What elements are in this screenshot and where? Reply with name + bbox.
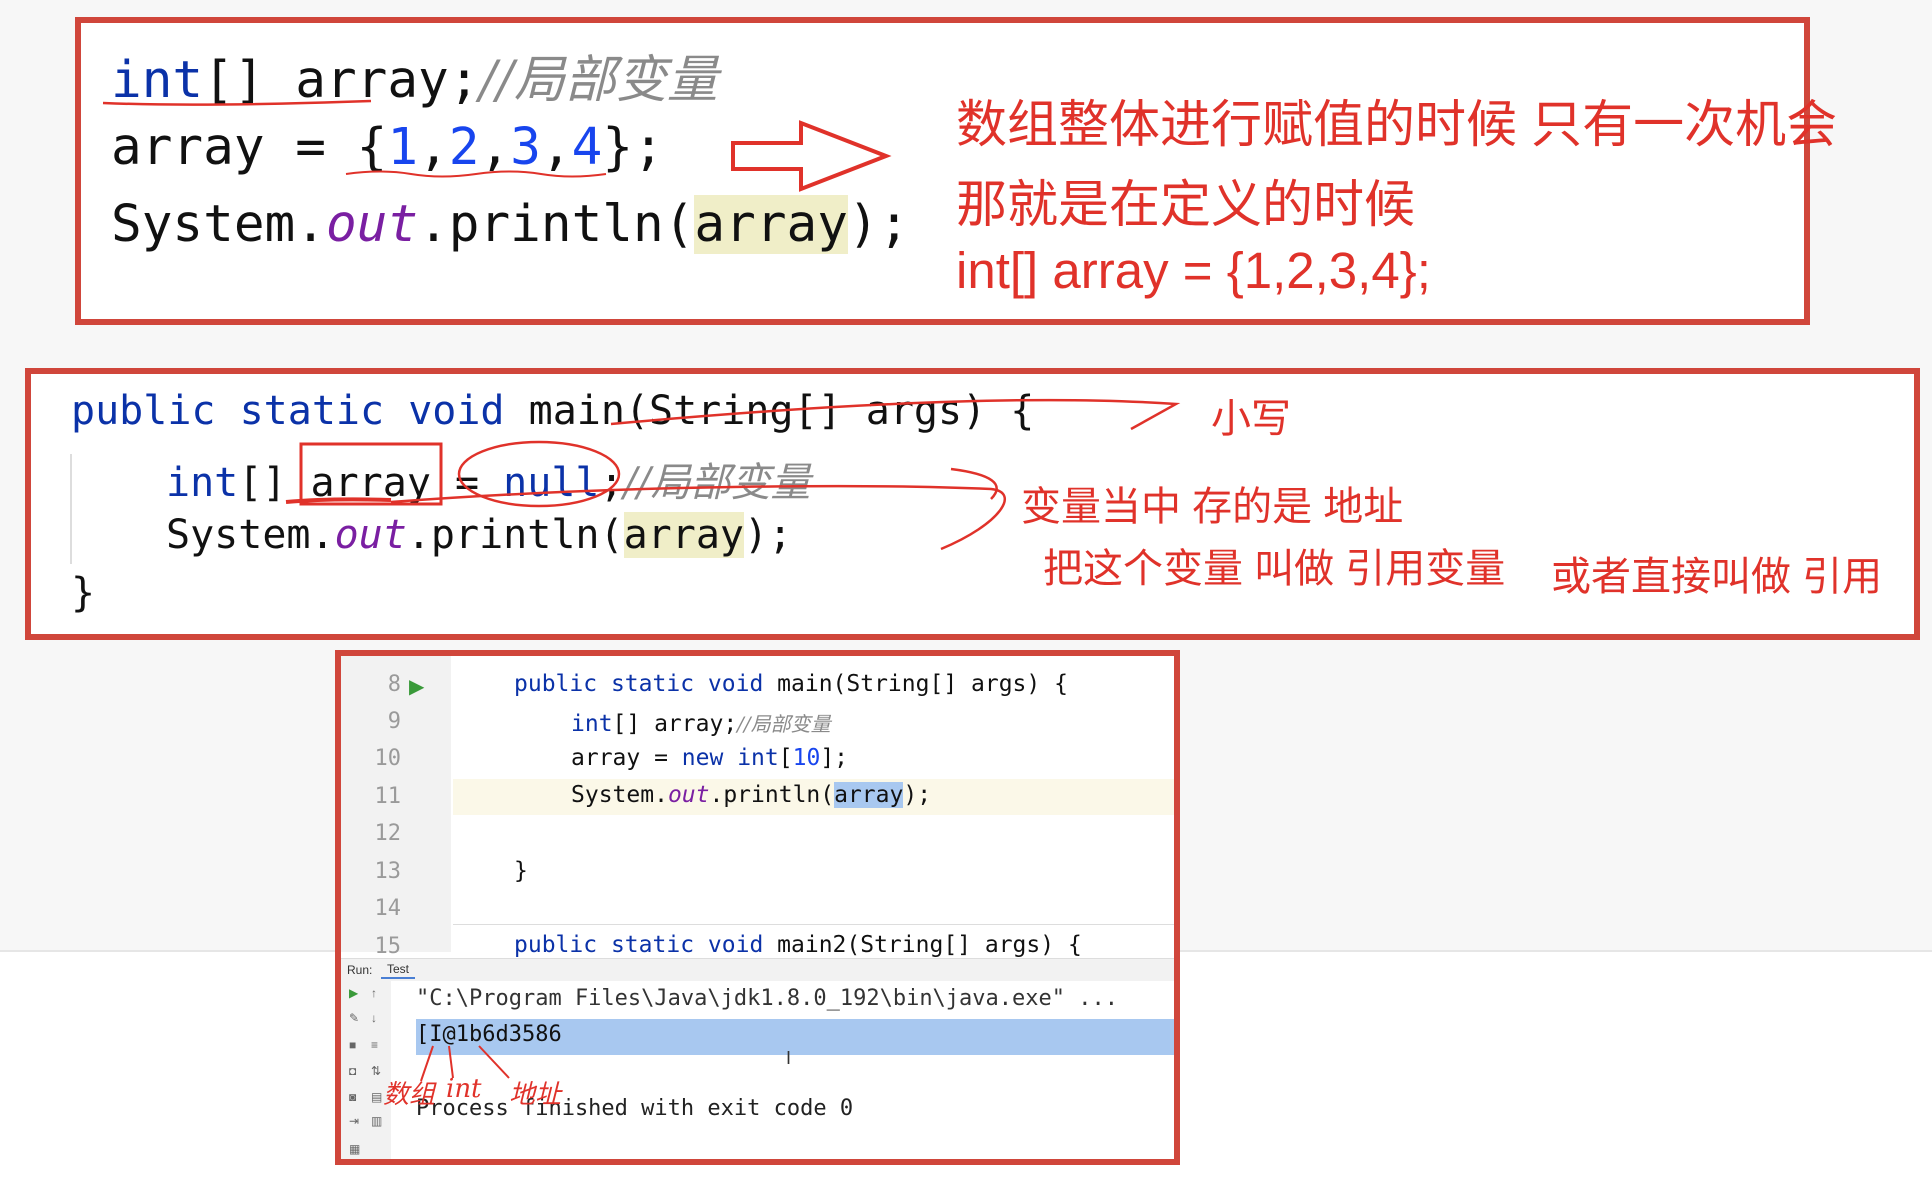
note-reference-variable: 把这个变量 叫做 引用变量 bbox=[1043, 547, 1506, 591]
null-reference-panel: public static void main(String[] args) {… bbox=[25, 368, 1920, 640]
squiggle-underline bbox=[345, 170, 607, 178]
array-init-panel: int[] array;//局部变量 array = {1,2,3,4}; Sy… bbox=[75, 17, 1837, 325]
note-reference: 或者直接叫做 引用 bbox=[1551, 555, 1883, 599]
arrow-to-address-note bbox=[390, 484, 1006, 551]
note-only-once: 数组整体进行赋值的时候 只有一次机会 bbox=[956, 96, 1838, 153]
right-arrow-icon bbox=[731, 120, 892, 192]
underline-array bbox=[285, 497, 392, 504]
annotation-address: 地址 bbox=[509, 1080, 562, 1110]
note-at-definition: 那就是在定义的时候 bbox=[956, 176, 1416, 233]
note-stores-address: 变量当中 存的是 地址 bbox=[1021, 485, 1404, 529]
panel1-annotation-marks bbox=[102, 99, 892, 192]
underline-declare bbox=[102, 99, 372, 106]
arrow-to-lowercase bbox=[610, 398, 1181, 431]
arrow-head-address bbox=[950, 467, 998, 500]
arrow-address bbox=[478, 1045, 510, 1079]
note-example-code: int[] array = {1,2,3,4}; bbox=[956, 242, 1431, 299]
annotation-array: 数组 bbox=[383, 1080, 436, 1110]
annotation-int: int bbox=[446, 1074, 482, 1104]
ide-screenshot-panel: 8 9 10 11 12 13 14 15 ▶ public static vo… bbox=[335, 650, 1180, 1165]
note-lowercase: 小写 bbox=[1211, 397, 1291, 441]
box-array bbox=[299, 442, 443, 506]
